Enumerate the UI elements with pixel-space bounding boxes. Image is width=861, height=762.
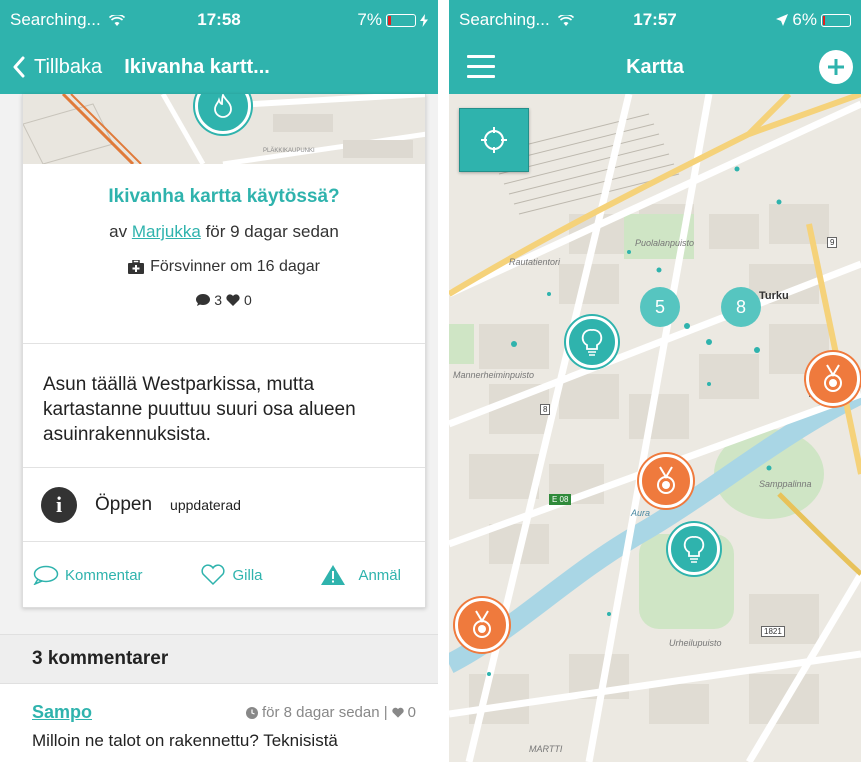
map-label-park: Puolalanpuisto: [635, 238, 695, 248]
carrier-text: Searching...: [459, 10, 550, 29]
comment-outline-icon: [33, 565, 59, 585]
post-actions: Kommentar Gilla Anmäl: [23, 542, 425, 607]
battery-icon: [821, 13, 851, 27]
comment-button[interactable]: Kommentar: [33, 565, 143, 585]
comment-likes: 0: [407, 704, 416, 721]
back-button[interactable]: Tillbaka: [0, 56, 102, 79]
idea-marker[interactable]: [566, 316, 618, 368]
map-label-station: Rautatientori: [509, 257, 561, 267]
medal-icon: [824, 364, 842, 392]
wifi-icon: [109, 13, 126, 26]
crosshair-icon: [481, 127, 507, 153]
heart-outline-icon: [201, 564, 226, 586]
status-label: Öppen: [95, 493, 153, 515]
road-shield: 8: [540, 404, 551, 415]
lightbulb-icon: [683, 536, 705, 563]
right-screen: Searching... 17:57 6% Kartta Turku Puola…: [449, 0, 861, 762]
comment-text: Milloin ne talot on rakennettu? Teknisis…: [32, 731, 338, 750]
mini-map[interactable]: PLÄKKIKAUPUNKI: [23, 94, 425, 164]
author-link[interactable]: Marjukka: [132, 222, 201, 241]
map-label-samppalinna: Samppalinna: [759, 479, 812, 489]
byline-prefix: av: [109, 222, 128, 241]
post-header: Ikivanha kartta käytössä? av Marjukka fö…: [23, 164, 425, 344]
comment-bubble-icon: [196, 294, 211, 306]
left-screen: Searching... 17:58 7% Tillbaka Ikivanha …: [0, 0, 438, 762]
warning-icon: [321, 565, 346, 585]
locate-button[interactable]: [459, 108, 529, 172]
map-label-martti: MARTTI: [529, 744, 563, 754]
road-shield-green: E 08: [549, 494, 572, 505]
like-button[interactable]: Gilla: [200, 564, 263, 586]
back-label: Tillbaka: [34, 55, 103, 78]
carrier-label: Searching...: [459, 10, 776, 30]
post-title: Ikivanha kartta käytössä?: [108, 186, 340, 207]
menu-button[interactable]: [467, 55, 495, 85]
expiry-text: Försvinner om 16 dagar: [150, 258, 320, 275]
clock-icon: [246, 706, 258, 719]
status-tag: uppdaterad: [170, 496, 241, 513]
comment-count: 3: [214, 292, 222, 308]
charging-icon: [420, 13, 428, 27]
comment-author[interactable]: Sampo: [32, 702, 92, 723]
carrier-label: Searching...: [10, 10, 357, 30]
lightbulb-icon: [581, 329, 603, 356]
nav-bar: Tillbaka Ikivanha kartt...: [0, 40, 438, 94]
battery-percent: 7%: [357, 10, 382, 29]
post-byline: av Marjukka för 9 dagar sedan: [23, 222, 425, 242]
status-bar: Searching... 17:57 6%: [449, 0, 861, 40]
status-bar: Searching... 17:58 7%: [0, 0, 438, 40]
road-shield: 9: [827, 237, 838, 248]
post-status: i Öppen uppdaterad: [23, 468, 425, 542]
map-label-mannerheim: Mannerheiminpuisto: [453, 370, 535, 380]
comment-item: Sampo för 8 dagar sedan | 0 Milloin ne t…: [0, 684, 438, 762]
post-card: PLÄKKIKAUPUNKI Ikivanha kartta käytössä?…: [22, 94, 426, 608]
wifi-icon: [558, 13, 575, 26]
page-title: Kartta: [626, 55, 684, 78]
heart-icon: [226, 294, 240, 306]
map-tiles: [449, 94, 861, 762]
map-label-sportspark: Urheilupuisto: [669, 638, 722, 648]
post-body: Asun täällä Westparkissa, mutta kartasta…: [23, 344, 425, 468]
heart-icon: [391, 707, 404, 718]
post-counts: 3 0: [23, 292, 425, 308]
report-button[interactable]: Anmäl: [320, 564, 401, 586]
plus-icon: [828, 59, 844, 75]
comment-time: för 8 dagar sedan |: [262, 704, 388, 721]
medal-marker[interactable]: [639, 454, 693, 508]
idea-marker[interactable]: [668, 523, 720, 575]
report-label: Anmäl: [358, 566, 401, 584]
map-cluster[interactable]: 5: [640, 287, 680, 327]
info-icon: i: [41, 486, 77, 523]
add-button[interactable]: [819, 50, 853, 84]
map-view[interactable]: Turku Puolalanpuisto Rautatientori Sampp…: [449, 94, 861, 762]
road-shield: 1821: [761, 626, 785, 637]
map-cluster[interactable]: 8: [721, 287, 761, 327]
carrier-text: Searching...: [10, 10, 101, 29]
comment-label: Kommentar: [65, 566, 143, 584]
medal-marker[interactable]: [455, 598, 509, 652]
page-title: Ikivanha kartt...: [124, 55, 270, 78]
map-label-city: Turku: [759, 290, 789, 302]
like-label: Gilla: [232, 566, 263, 584]
post-time: för 9 dagar sedan: [205, 222, 339, 241]
comments-header: 3 kommentarer: [0, 634, 438, 684]
chevron-left-icon: [13, 56, 25, 78]
location-arrow-icon: [776, 14, 789, 26]
medal-marker[interactable]: [806, 352, 860, 406]
first-aid-icon: [128, 260, 145, 274]
screen-divider: [438, 0, 449, 762]
map-label-river: Aura: [631, 508, 651, 518]
nav-bar: Kartta: [449, 40, 861, 94]
expiry-info: Försvinner om 16 dagar: [23, 258, 425, 276]
like-count: 0: [244, 292, 252, 308]
flame-icon: [214, 94, 232, 118]
battery-indicator: 6%: [776, 10, 851, 30]
battery-percent: 6%: [792, 10, 817, 29]
svg-text:PLÄKKIKAUPUNKI: PLÄKKIKAUPUNKI: [263, 147, 315, 154]
comment-meta: för 8 dagar sedan | 0: [246, 704, 416, 721]
medal-icon: [473, 610, 491, 638]
battery-indicator: 7%: [357, 10, 428, 30]
battery-icon: [386, 13, 416, 27]
medal-icon: [657, 466, 675, 494]
